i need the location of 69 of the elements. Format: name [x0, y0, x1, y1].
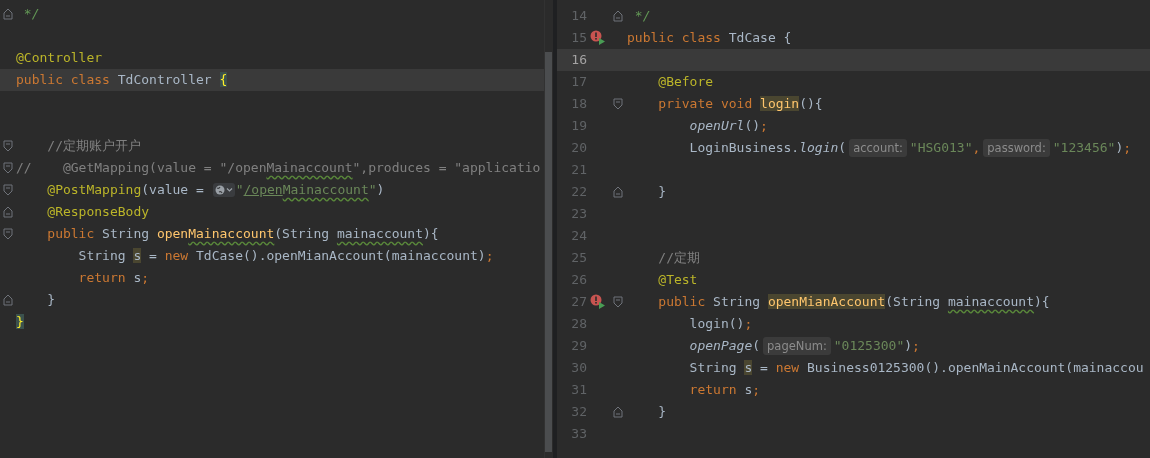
code-line: //定期账户开户 [46, 137, 141, 155]
code-line: @Before [657, 73, 714, 91]
code-line: @ResponseBody [46, 203, 150, 221]
globe-icon[interactable] [212, 183, 235, 197]
line-number: 29 [571, 338, 587, 353]
parameter-hint: pageNum: [763, 337, 831, 355]
fold-icon[interactable] [3, 294, 13, 306]
code-line: //定期 [657, 249, 700, 267]
fold-icon[interactable] [3, 8, 13, 20]
fold-icon[interactable] [3, 162, 13, 174]
code-line: public class TdCase { [627, 29, 792, 47]
code-fragment: "HSG013", [909, 139, 981, 157]
run-warning-icon[interactable] [590, 30, 606, 46]
fold-icon[interactable] [613, 10, 623, 22]
code-line: } [657, 183, 667, 201]
code-line: openUrl(); [688, 117, 768, 135]
line-number: 26 [571, 272, 587, 287]
fold-icon[interactable] [3, 228, 13, 240]
code-line: public class TdController { [16, 71, 228, 89]
code-line: } [46, 291, 56, 309]
code-line: return s; [688, 381, 761, 399]
line-number: 32 [571, 404, 587, 419]
code-line: String s = new TdCase().openMianAccount(mainaccount); [77, 247, 494, 265]
fold-icon[interactable] [613, 98, 623, 110]
line-number: 23 [571, 206, 587, 221]
code-fragment: openPage( [688, 337, 761, 355]
code-fragment: "0125300"); [833, 337, 920, 355]
line-number: 16 [571, 52, 587, 67]
code-fragment: "/openMainaccount") [235, 181, 385, 199]
line-number: 30 [571, 360, 587, 375]
fold-icon[interactable] [3, 184, 13, 196]
scrollbar-thumb[interactable] [545, 52, 552, 452]
line-number: 21 [571, 162, 587, 177]
code-line: public String openMainaccount(String mainaccount){ [46, 225, 439, 243]
fold-icon[interactable] [3, 206, 13, 218]
code-line: String s = new Business0125300().openMainAccount(mainaccou [688, 359, 1144, 377]
line-number: 22 [571, 184, 587, 199]
fold-icon[interactable] [613, 296, 623, 308]
line-number: 18 [571, 96, 587, 111]
code-line: login(); [688, 315, 753, 333]
line-number: 28 [571, 316, 587, 331]
code-line: public String openMianAccount(String mainaccount){ [657, 293, 1050, 311]
line-number: 20 [571, 140, 587, 155]
code-line: @Controller [16, 49, 103, 67]
line-number: 31 [571, 382, 587, 397]
code-line: return s; [77, 269, 150, 287]
line-number: 33 [571, 426, 587, 441]
fold-icon[interactable] [613, 186, 623, 198]
run-warning-icon[interactable] [590, 294, 606, 310]
code-line: // @GetMapping(value = "/openMainaccount",produces = "applicatio [16, 159, 541, 177]
fold-icon[interactable] [3, 140, 13, 152]
line-number: 19 [571, 118, 587, 133]
line-number: 14 [571, 8, 587, 23]
code-fragment: LoginBusiness.login( [688, 139, 847, 157]
code-line: } [657, 403, 667, 421]
line-number: 15 [571, 30, 587, 45]
line-number: 27 [571, 294, 587, 309]
code-line: */ [22, 5, 40, 23]
code-line: @Test [657, 271, 698, 289]
code-fragment: @PostMapping(value = [46, 181, 205, 199]
parameter-hint: password: [983, 139, 1050, 157]
line-number: 24 [571, 228, 587, 243]
line-number: 17 [571, 74, 587, 89]
parameter-hint: account: [849, 139, 907, 157]
fold-icon[interactable] [613, 406, 623, 418]
code-fragment: "123456"); [1052, 139, 1132, 157]
line-number: 25 [571, 250, 587, 265]
code-line: */ [633, 7, 651, 25]
code-line: private void login(){ [657, 95, 823, 113]
